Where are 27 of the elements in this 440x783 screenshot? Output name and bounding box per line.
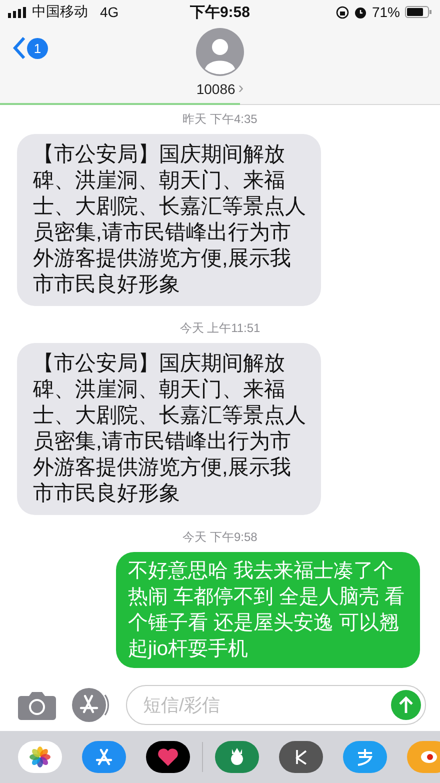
clock-time: 下午9:58 — [190, 4, 250, 20]
photos-app-icon[interactable] — [18, 741, 62, 773]
incoming-message: 【市公安局】国庆期间解放碑、洪崖洞、朝天门、来福士、大剧院、长嘉汇等景点人员密集,请市民错峰出行为市外游客提供游览方便,展示我市市民良好形象 — [17, 343, 321, 515]
appstore-app-icon[interactable] — [82, 741, 126, 773]
camera-icon[interactable] — [18, 690, 56, 720]
avatar-icon[interactable] — [196, 28, 244, 76]
back-chevron-icon[interactable] — [12, 36, 26, 60]
heart-app-icon[interactable] — [146, 741, 190, 773]
eye-app-icon[interactable] — [407, 741, 440, 773]
rotation-lock-icon — [336, 6, 349, 18]
send-icon[interactable] — [391, 690, 421, 720]
message-timestamp: 今天 上午11:51 — [178, 320, 262, 337]
network-type: 4G — [100, 4, 119, 20]
contact-name[interactable]: 10086 › — [196, 80, 244, 98]
app-store-icon[interactable] — [70, 687, 112, 723]
incoming-message: 【市公安局】国庆期间解放碑、洪崖洞、朝天门、来福士、大剧院、长嘉汇等景点人员密集,请市民错峰出行为市外游客提供游览方便,展示我市市民良好形象 — [17, 134, 321, 306]
message-field[interactable]: 短信/彩信 — [126, 685, 426, 725]
message-timestamp: 昨天 下午4:35 — [182, 111, 258, 128]
alarm-icon — [354, 6, 367, 18]
k-app-icon[interactable] — [279, 741, 323, 773]
outgoing-message: 不好意思哈 我去来福士凑了个热闹 车都停不到 全是人脑壳 看个锤子看 还是屋头安逸 可以翘起jio杆耍手机 — [116, 552, 420, 668]
battery-icon — [404, 6, 432, 18]
battery-percent: 71% — [372, 4, 400, 20]
carrier-name: 中国移动 — [32, 3, 88, 21]
message-timestamp: 今天 下午9:58 — [182, 529, 258, 546]
signal-icon — [8, 6, 26, 18]
message-input-field[interactable]: 短信/彩信 — [141, 694, 391, 716]
